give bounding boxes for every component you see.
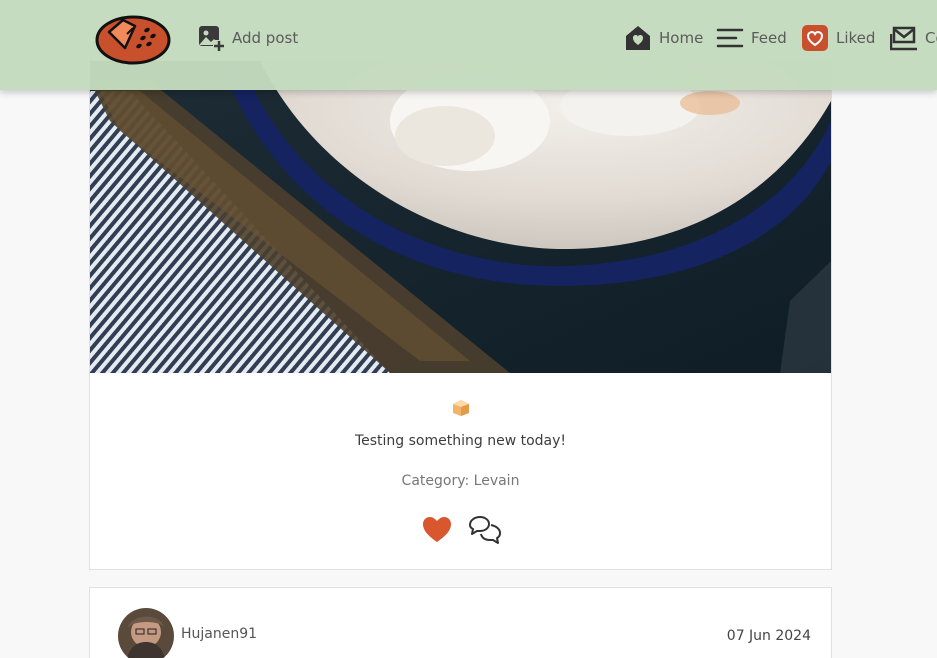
nav-feed[interactable]: Feed [716, 22, 787, 54]
post-category: Category: Levain [401, 473, 520, 489]
nav-contact-label: Co [925, 29, 937, 47]
nav-liked-label: Liked [836, 29, 876, 47]
post-card-next: Hujanen91 07 Jun 2024 [89, 587, 832, 658]
avatar[interactable] [118, 608, 174, 658]
add-image-icon [197, 24, 225, 52]
nav-liked[interactable]: Liked [801, 22, 875, 54]
heart-icon [422, 517, 451, 542]
nav-home-label: Home [659, 29, 704, 47]
nav-add-post-label: Add post [232, 29, 299, 47]
nav-feed-label: Feed [751, 29, 787, 47]
author-name[interactable]: Hujanen91 [181, 626, 257, 642]
nav-home[interactable]: Home [624, 22, 703, 54]
nav-add-post[interactable]: Add post [197, 22, 298, 54]
post-date: 07 Jun 2024 [726, 628, 811, 644]
post-title: Testing something new today! [354, 433, 567, 449]
navbar: Add post Home Feed Liked C [0, 0, 937, 90]
feed-lines-icon [716, 24, 744, 52]
like-button[interactable] [419, 513, 455, 545]
post-actions [90, 513, 831, 545]
comments-icon [468, 516, 501, 544]
contact-mail-icon [889, 24, 918, 52]
nav-contact[interactable]: Co [889, 22, 937, 54]
page: Testing something new today! Category: L… [0, 0, 937, 658]
logo-bread-icon[interactable] [95, 12, 173, 66]
comments-button[interactable] [467, 513, 503, 545]
bread-icon [452, 400, 469, 416]
home-heart-icon [624, 24, 652, 52]
liked-heart-icon [801, 24, 829, 52]
post-image[interactable] [90, 61, 831, 373]
bread-emoji [90, 396, 831, 422]
post-card: Testing something new today! Category: L… [89, 60, 832, 570]
